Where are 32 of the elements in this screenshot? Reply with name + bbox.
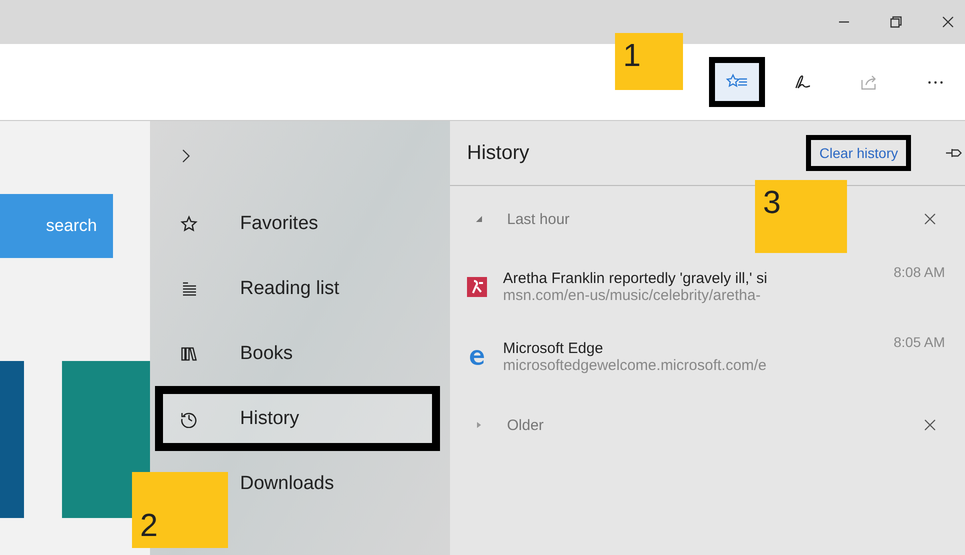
entry-title: Aretha Franklin reportedly 'gravely ill,' si [503, 270, 768, 287]
edge-logo-icon [467, 347, 487, 367]
close-icon[interactable] [941, 15, 955, 29]
entry-url: microsoftedgewelcome.microsoft.com/e [503, 357, 768, 374]
hub-menu-item[interactable]: History [155, 386, 440, 451]
close-icon[interactable] [923, 212, 937, 226]
close-icon[interactable] [923, 418, 937, 432]
chevron-right-icon[interactable] [180, 148, 192, 164]
site-favicon-icon [467, 277, 487, 297]
restore-icon[interactable] [889, 15, 903, 29]
entry-url: msn.com/en-us/music/celebrity/aretha- [503, 287, 762, 304]
entry-time: 8:08 AM [894, 263, 945, 280]
more-icon [928, 80, 942, 84]
star-icon [180, 214, 198, 232]
history-group-label[interactable]: Last hour [507, 210, 570, 228]
history-group-label[interactable]: Older [507, 416, 544, 434]
hub-menu-item[interactable]: Favorites [155, 191, 440, 256]
hub-button[interactable] [709, 57, 765, 107]
entry-title: Microsoft Edge [503, 340, 604, 357]
entry-time: 8:05 AM [894, 333, 945, 350]
step-number-tooltip: 3 [755, 180, 847, 253]
hub-menu-item[interactable]: Books [155, 321, 440, 386]
history-entry[interactable]: Aretha Franklin reportedly 'gravely ill,' si msn.com/en-us/music/celebrity/aretha- 8:08 AM [450, 252, 965, 322]
reading-list-icon [180, 280, 198, 298]
panel-title: History [467, 142, 530, 164]
step-number-tooltip: 1 [615, 33, 683, 90]
books-icon [180, 344, 198, 362]
hub-menu-item[interactable]: Reading list [155, 256, 440, 321]
history-entry[interactable]: Microsoft Edge microsoftedgewelcome.microsoft.com/e 8:05 AM [450, 322, 965, 392]
clear-history-link[interactable]: Clear history [806, 135, 911, 171]
tile[interactable] [0, 361, 24, 518]
step-number-tooltip: 2 [132, 472, 228, 548]
